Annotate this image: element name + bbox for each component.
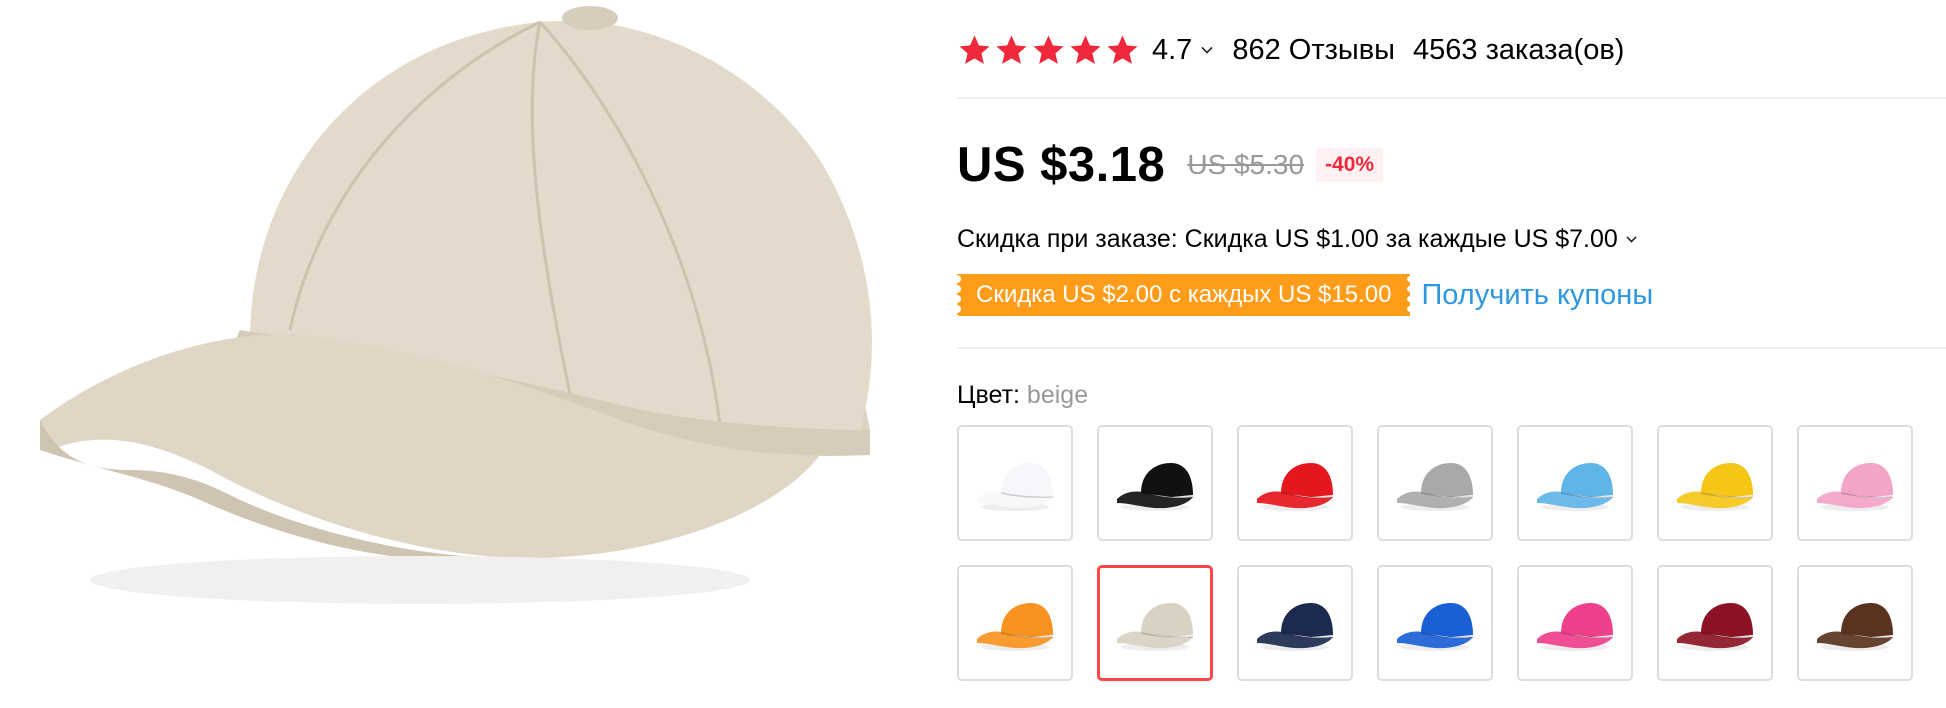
- cap-thumbnail: [1397, 463, 1474, 511]
- color-swatch[interactable]: [1237, 565, 1353, 681]
- reviews-count[interactable]: 862 Отзывы: [1232, 34, 1395, 67]
- star-icon: [1033, 35, 1064, 64]
- current-price: US $3.18: [957, 138, 1166, 192]
- color-swatch[interactable]: [1657, 565, 1773, 681]
- color-swatch[interactable]: [1377, 425, 1493, 541]
- cap-thumbnail: [1117, 463, 1194, 511]
- chevron-down-icon[interactable]: [1626, 232, 1637, 243]
- star-icon: [1070, 35, 1101, 64]
- divider: [957, 347, 1946, 349]
- cap-thumbnail: [1397, 603, 1474, 651]
- store-discount-text: Скидка при заказе: Скидка US $1.00 за ка…: [957, 225, 1618, 253]
- color-swatch[interactable]: [1237, 425, 1353, 541]
- coupon-row: Скидка US $2.00 с каждых US $15.00 Получ…: [957, 272, 1653, 318]
- color-swatch[interactable]: [1377, 565, 1493, 681]
- product-main-image: [0, 0, 900, 708]
- color-swatch-grid: [957, 425, 1913, 681]
- chevron-down-icon[interactable]: [1201, 42, 1213, 54]
- cap-thumbnail: [1677, 603, 1754, 651]
- cap-thumbnail: [1677, 463, 1754, 511]
- cap-thumbnail: [977, 603, 1054, 651]
- color-swatch[interactable]: [1517, 425, 1633, 541]
- store-discount[interactable]: Скидка при заказе: Скидка US $1.00 за ка…: [957, 225, 1637, 254]
- color-swatch[interactable]: [957, 425, 1073, 541]
- color-swatch[interactable]: [957, 565, 1073, 681]
- cap-thumbnail: [1257, 463, 1334, 511]
- cap-thumbnail: [1257, 603, 1334, 651]
- beige-cap-image: [40, 6, 872, 604]
- price-row: US $3.18 US $5.30 -40%: [957, 137, 1384, 193]
- rating-stars: [957, 33, 1140, 67]
- product-info-panel: 4.7 862 Отзывы 4563 заказа(ов) US $3.18 …: [957, 0, 1946, 708]
- cap-thumbnail: [1537, 603, 1614, 651]
- original-price: US $5.30: [1187, 149, 1305, 180]
- cap-thumbnail: [1817, 603, 1894, 651]
- color-label: Цвет: beige: [957, 381, 1088, 410]
- color-swatch[interactable]: [1657, 425, 1773, 541]
- star-icon: [1107, 35, 1138, 64]
- color-label-text: Цвет:: [957, 381, 1027, 409]
- cap-thumbnail: [1117, 603, 1194, 651]
- cap-thumbnail: [977, 463, 1054, 511]
- cap-thumbnail: [1537, 463, 1614, 511]
- star-icon: [996, 35, 1027, 64]
- cap-thumbnail: [1817, 463, 1894, 511]
- color-swatch[interactable]: [1097, 565, 1213, 681]
- rating-value[interactable]: 4.7: [1152, 34, 1192, 67]
- color-swatch[interactable]: [1517, 565, 1633, 681]
- discount-badge: -40%: [1316, 148, 1384, 182]
- selected-color-value: beige: [1026, 381, 1089, 409]
- color-swatch[interactable]: [1797, 565, 1913, 681]
- rating-row: 4.7 862 Отзывы 4563 заказа(ов): [957, 32, 1624, 68]
- divider: [957, 97, 1946, 99]
- star-icon: [959, 35, 990, 64]
- color-swatch[interactable]: [1097, 425, 1213, 541]
- color-swatch[interactable]: [1797, 425, 1913, 541]
- get-coupons-link[interactable]: Получить купоны: [1421, 279, 1653, 312]
- coupon-tag: Скидка US $2.00 с каждых US $15.00: [957, 274, 1411, 316]
- orders-count: 4563 заказа(ов): [1413, 33, 1625, 66]
